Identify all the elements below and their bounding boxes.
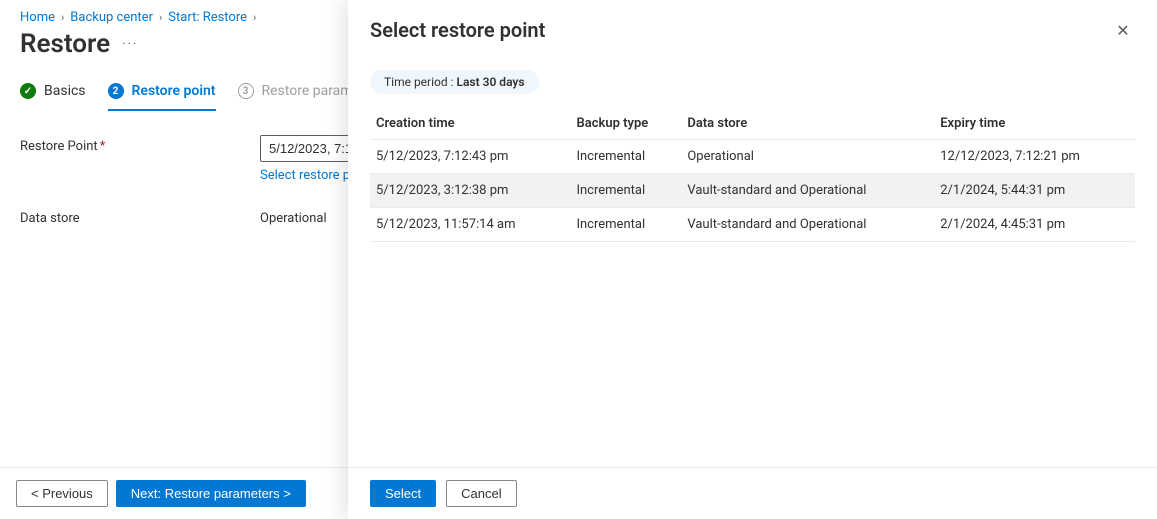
chevron-right-icon: › <box>159 11 162 24</box>
cell-data-store: Vault-standard and Operational <box>681 174 934 208</box>
data-store-label: Data store <box>20 207 260 226</box>
panel-title: Select restore point <box>370 18 545 42</box>
col-expiry-time[interactable]: Expiry time <box>934 108 1135 140</box>
col-data-store[interactable]: Data store <box>681 108 934 140</box>
step-basics[interactable]: ✓ Basics <box>20 75 86 111</box>
select-restore-point-panel: Select restore point ✕ Time period : Las… <box>348 0 1157 519</box>
cell-data-store: Operational <box>681 140 934 174</box>
select-button[interactable]: Select <box>370 480 436 507</box>
required-asterisk: * <box>100 139 106 154</box>
cell-creation: 5/12/2023, 11:57:14 am <box>370 208 570 242</box>
cell-data-store: Vault-standard and Operational <box>681 208 934 242</box>
cell-backup-type: Incremental <box>570 174 681 208</box>
step-label: Restore point <box>132 83 216 99</box>
label-text: Restore Point <box>20 139 98 154</box>
cancel-button[interactable]: Cancel <box>446 480 516 507</box>
col-creation-time[interactable]: Creation time <box>370 108 570 140</box>
cell-expiry: 2/1/2024, 4:45:31 pm <box>934 208 1135 242</box>
breadcrumb-start-restore[interactable]: Start: Restore <box>168 10 247 25</box>
time-period-prefix: Time period : <box>384 75 457 89</box>
cell-creation: 5/12/2023, 3:12:38 pm <box>370 174 570 208</box>
breadcrumb-backup-center[interactable]: Backup center <box>70 10 153 25</box>
table-row[interactable]: 5/12/2023, 3:12:38 pm Incremental Vault-… <box>370 174 1135 208</box>
col-backup-type[interactable]: Backup type <box>570 108 681 140</box>
chevron-right-icon: › <box>61 11 64 24</box>
previous-button[interactable]: < Previous <box>16 480 108 507</box>
check-circle-icon: ✓ <box>20 83 36 99</box>
table-row[interactable]: 5/12/2023, 11:57:14 am Incremental Vault… <box>370 208 1135 242</box>
cell-backup-type: Incremental <box>570 208 681 242</box>
time-period-pill[interactable]: Time period : Last 30 days <box>370 70 539 94</box>
chevron-right-icon: › <box>253 11 256 24</box>
next-button[interactable]: Next: Restore parameters > <box>116 480 306 507</box>
panel-footer: Select Cancel <box>348 467 1157 519</box>
wizard-footer: < Previous Next: Restore parameters > <box>0 467 348 519</box>
table-row[interactable]: 5/12/2023, 7:12:43 pm Incremental Operat… <box>370 140 1135 174</box>
cell-expiry: 12/12/2023, 7:12:21 pm <box>934 140 1135 174</box>
close-icon[interactable]: ✕ <box>1111 18 1135 42</box>
restore-points-table: Creation time Backup type Data store Exp… <box>370 108 1135 242</box>
step-restore-point[interactable]: 2 Restore point <box>108 75 216 111</box>
cell-backup-type: Incremental <box>570 140 681 174</box>
cell-creation: 5/12/2023, 7:12:43 pm <box>370 140 570 174</box>
step-number-icon: 2 <box>108 83 124 99</box>
step-label: Basics <box>44 83 86 99</box>
restore-point-label: Restore Point* <box>20 135 260 154</box>
cell-expiry: 2/1/2024, 5:44:31 pm <box>934 174 1135 208</box>
time-period-value: Last 30 days <box>457 75 525 89</box>
step-number-icon: 3 <box>238 83 254 99</box>
breadcrumb-home[interactable]: Home <box>20 10 55 25</box>
page-title: Restore <box>20 29 110 59</box>
more-actions-icon[interactable]: ··· <box>122 37 138 52</box>
